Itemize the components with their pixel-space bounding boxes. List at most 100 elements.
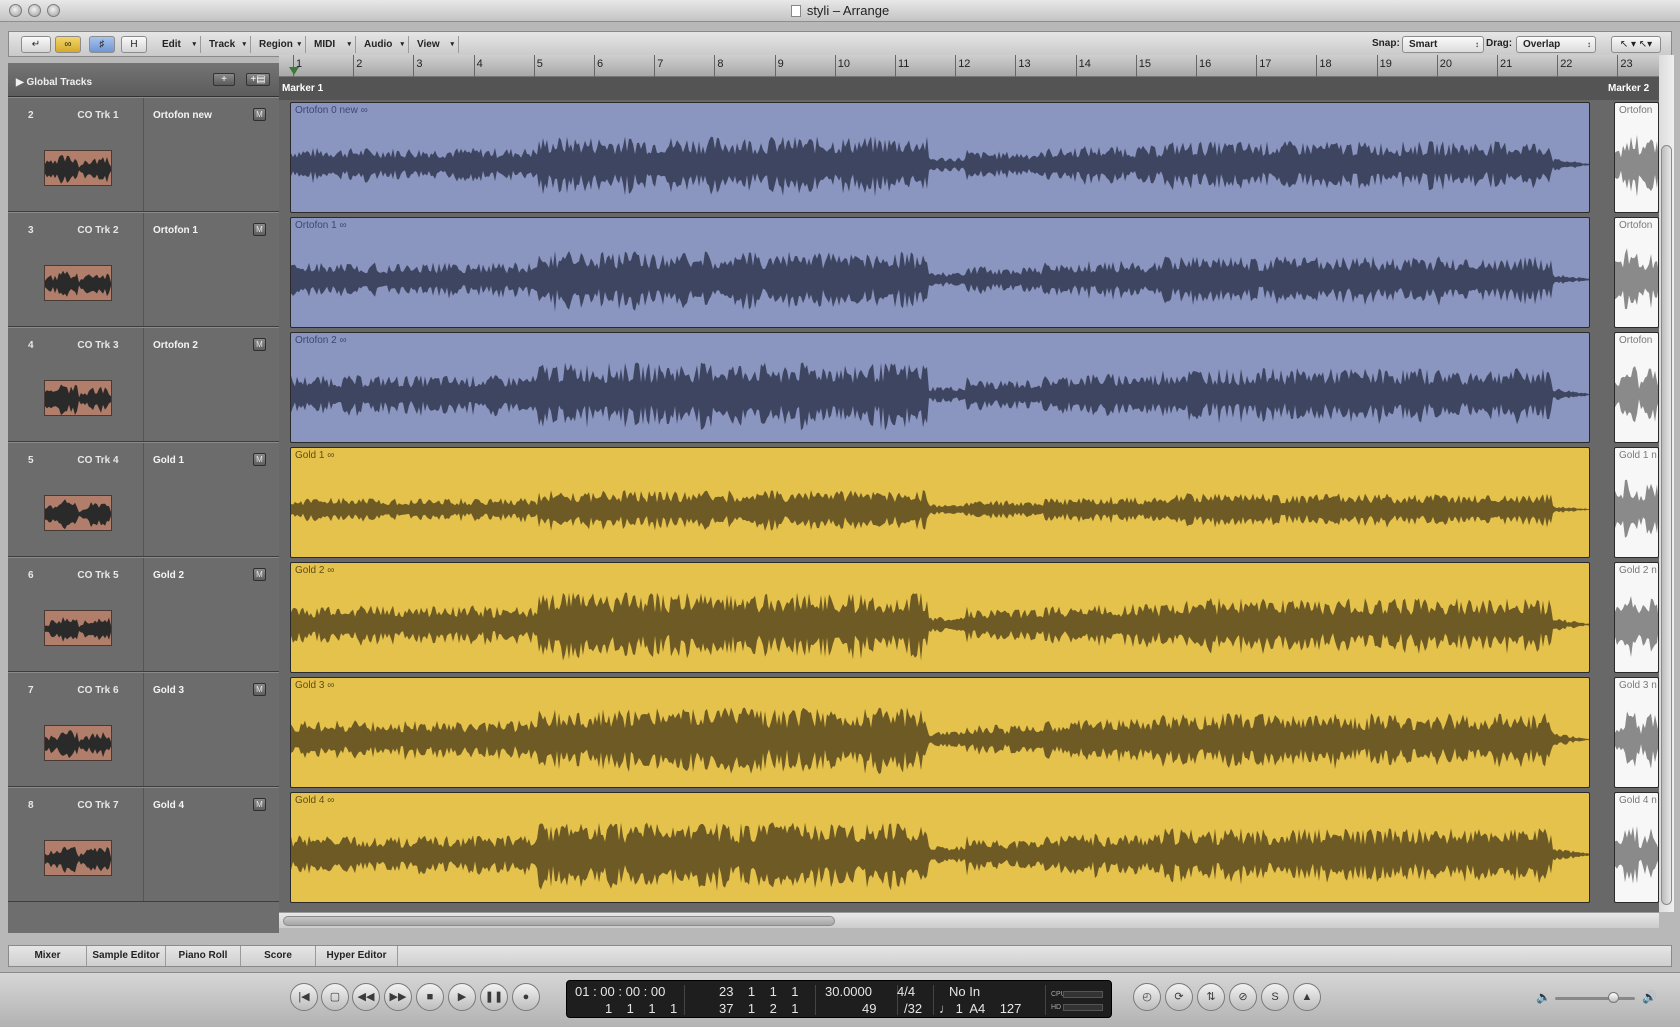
audio-region-next[interactable]: Gold 4 n [1614, 792, 1659, 903]
vertical-scrollbar[interactable] [1659, 55, 1674, 912]
bar-tick [955, 55, 957, 77]
bar-tick [1376, 55, 1378, 77]
bar-tick [654, 55, 656, 77]
marker-lane[interactable]: Marker 1 Marker 2 [279, 77, 1659, 100]
audio-region[interactable]: Gold 1 ∞ [290, 447, 1590, 558]
menu-track[interactable]: Track ▾ [201, 36, 251, 53]
mute-button[interactable]: M [253, 683, 266, 696]
audio-region-next[interactable]: Ortofon [1614, 332, 1659, 443]
volume-knob[interactable] [1608, 992, 1619, 1003]
window-title-text: styli – Arrange [806, 3, 890, 18]
region-waveform [1615, 248, 1658, 309]
track-number: 4 [28, 340, 34, 351]
audio-region-next[interactable]: Ortofon [1614, 217, 1659, 328]
tab-piano-roll[interactable]: Piano Roll [166, 946, 241, 966]
ruler-strip[interactable]: 1 2 3 4 5 6 7 8 9 10 11 12 13 14 15 16 17 18 19 20 21 22 23 [279, 55, 1659, 77]
rewind-icon[interactable]: ◀◀ [352, 983, 380, 1011]
bar-tick [1135, 55, 1137, 77]
hide-button[interactable]: H [121, 36, 147, 53]
audio-region[interactable]: Gold 2 ∞ [290, 562, 1590, 673]
mute-button[interactable]: M [253, 453, 266, 466]
menu-midi[interactable]: MIDI ▾ [306, 36, 356, 53]
audio-region[interactable]: Gold 3 ∞ [290, 677, 1590, 788]
sync-icon[interactable]: ▲ [1293, 983, 1321, 1011]
track-icon-waveform [44, 380, 112, 416]
global-tracks-label[interactable]: ▶ Global Tracks [16, 77, 92, 88]
audio-region[interactable]: Ortofon 0 new ∞ [290, 102, 1590, 213]
audio-region-next[interactable]: Gold 3 n [1614, 677, 1659, 788]
replace-icon[interactable]: ⊘ [1229, 983, 1257, 1011]
audio-region-next[interactable]: Gold 1 n [1614, 447, 1659, 558]
track-name[interactable]: Gold 4 [153, 800, 184, 811]
horizontal-scroll-thumb[interactable] [283, 916, 835, 926]
mute-button[interactable]: M [253, 338, 266, 351]
track-header[interactable]: 6 CO Trk 5 Gold 2 M [8, 557, 279, 672]
link-icon[interactable]: ∞ [55, 36, 81, 53]
mute-button[interactable]: M [253, 798, 266, 811]
pointer-tool-icon[interactable]: ↖ ▾ ↖▾ [1611, 36, 1661, 53]
bar-number: 9 [777, 58, 784, 70]
go-to-position-icon[interactable]: ▢ [321, 983, 349, 1011]
audio-region[interactable]: Gold 4 ∞ [290, 792, 1590, 903]
mute-button[interactable]: M [253, 108, 266, 121]
mute-button[interactable]: M [253, 568, 266, 581]
track-name[interactable]: Ortofon new [153, 110, 212, 121]
pause-icon[interactable]: ❚❚ [480, 983, 508, 1011]
snap-select[interactable]: Smart ↕ [1402, 36, 1484, 53]
tab-hyper-editor[interactable]: Hyper Editor [316, 946, 398, 966]
arrange-area[interactable]: Ortofon 0 new ∞ Ortofon Ortofon 1 ∞ Ortofon… [279, 100, 1659, 912]
playhead-icon[interactable] [289, 67, 299, 75]
go-to-start-icon[interactable]: |◀ [290, 983, 318, 1011]
new-track-button[interactable]: + [213, 73, 235, 86]
track-name[interactable]: Gold 1 [153, 455, 184, 466]
menu-view[interactable]: View ▾ [409, 36, 459, 53]
drag-label: Drag: [1486, 38, 1513, 49]
tab-mixer[interactable]: Mixer [9, 946, 87, 966]
track-name[interactable]: Gold 3 [153, 685, 184, 696]
cycle-icon[interactable]: ⟳ [1165, 983, 1193, 1011]
track-name[interactable]: Ortofon 1 [153, 225, 198, 236]
track-header[interactable]: 8 CO Trk 7 Gold 4 M [8, 787, 279, 902]
play-icon[interactable]: ▶ [448, 983, 476, 1011]
track-header[interactable]: 5 CO Trk 4 Gold 1 M [8, 442, 279, 557]
track-header[interactable]: 7 CO Trk 6 Gold 3 M [8, 672, 279, 787]
fast-forward-icon[interactable]: ▶▶ [384, 983, 412, 1011]
region-name: Ortofon 2 ∞ [295, 335, 347, 346]
snap-value: Smart [1409, 39, 1438, 50]
solo-icon[interactable]: S [1261, 983, 1289, 1011]
transport-bar: |◀ ▢ ◀◀ ▶▶ ■ ▶ ❚❚ ● 01 : 00 : 00 : 00 1 … [0, 972, 1680, 1027]
track-header[interactable]: 3 CO Trk 2 Ortofon 1 M [8, 212, 279, 327]
track-header[interactable]: 2 CO Trk 1 Ortofon new M [8, 97, 279, 212]
menu-audio[interactable]: Audio ▾ [356, 36, 409, 53]
marker[interactable]: Marker 1 [282, 83, 323, 94]
track-name[interactable]: Ortofon 2 [153, 340, 198, 351]
marker[interactable]: Marker 2 [1608, 83, 1649, 94]
autopunch-icon[interactable]: ⇅ [1197, 983, 1225, 1011]
audio-region-next[interactable]: Gold 2 n [1614, 562, 1659, 673]
tab-score[interactable]: Score [241, 946, 316, 966]
stop-icon[interactable]: ■ [416, 983, 444, 1011]
vertical-scroll-thumb[interactable] [1661, 145, 1672, 905]
track-name[interactable]: Gold 2 [153, 570, 184, 581]
track-icon-waveform [44, 725, 112, 761]
master-volume-slider[interactable] [1555, 992, 1635, 1003]
catch-playhead-icon[interactable]: ♯ [89, 36, 115, 53]
menu-region[interactable]: Region ▾ [251, 36, 306, 53]
audio-region[interactable]: Ortofon 1 ∞ [290, 217, 1590, 328]
audio-region[interactable]: Ortofon 2 ∞ [290, 332, 1590, 443]
menu-edit[interactable]: Edit ▾ [154, 36, 201, 53]
record-icon[interactable]: ● [512, 983, 540, 1011]
bar-ruler[interactable]: 1 2 3 4 5 6 7 8 9 10 11 12 13 14 15 16 17 18 19 20 21 22 23 Ma… [279, 55, 1659, 100]
midi-in-display: No In [949, 984, 981, 999]
track-header[interactable]: 4 CO Trk 3 Ortofon 2 M [8, 327, 279, 442]
audio-region-next[interactable]: Ortofon [1614, 102, 1659, 213]
track-number: 2 [28, 110, 34, 121]
new-track-dup-button[interactable]: +▤ [246, 73, 270, 86]
tab-sample-editor[interactable]: Sample Editor [87, 946, 166, 966]
mute-button[interactable]: M [253, 223, 266, 236]
horizontal-scrollbar[interactable] [279, 912, 1659, 928]
drag-select[interactable]: Overlap ↕ [1516, 36, 1596, 53]
global-tracks-header: ▶ Global Tracks + +▤ [8, 63, 279, 97]
back-arrow-button[interactable]: ↵ [21, 36, 51, 53]
metronome-icon[interactable]: ◴ [1133, 983, 1161, 1011]
